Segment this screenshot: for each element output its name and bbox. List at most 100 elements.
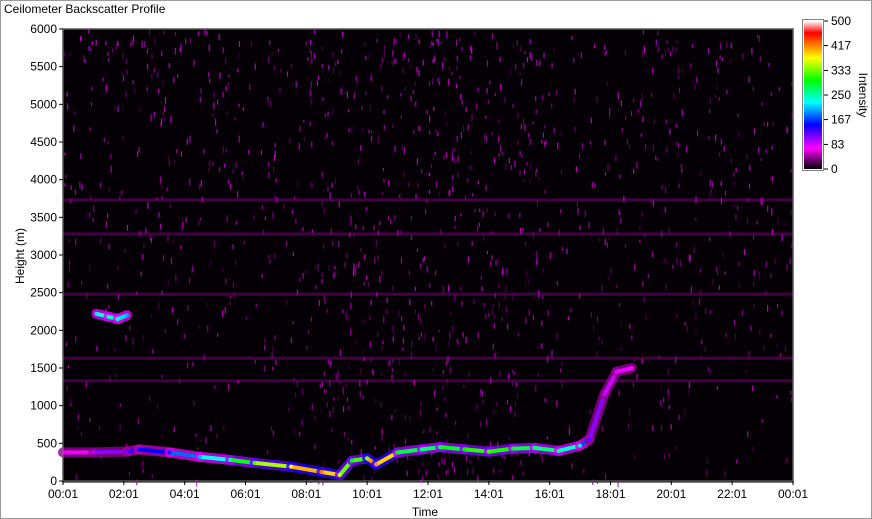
noise-speck	[665, 49, 667, 57]
layer-point	[252, 460, 257, 465]
noise-speck	[365, 56, 367, 60]
noise-speck	[664, 206, 666, 213]
noise-speck	[364, 254, 366, 261]
noise-speck	[667, 369, 669, 376]
noise-band	[63, 356, 793, 360]
y-tick-label: 1000	[30, 399, 57, 413]
chart-svg: 0500100015002000250030003500400045005000…	[30, 14, 851, 501]
noise-speck	[505, 267, 508, 275]
noise-speck	[758, 35, 760, 42]
noise-speck	[676, 257, 678, 264]
noise-speck	[677, 143, 680, 149]
noise-speck	[448, 468, 450, 475]
noise-speck	[219, 167, 221, 172]
noise-speck	[105, 221, 107, 228]
noise-speck	[677, 152, 679, 157]
noise-speck	[139, 107, 141, 113]
noise-speck	[791, 244, 793, 248]
noise-speck	[409, 299, 411, 305]
noise-speck	[767, 305, 769, 312]
noise-speck	[618, 209, 620, 215]
noise-speck	[655, 39, 657, 46]
noise-speck	[126, 224, 129, 231]
noise-speck	[268, 255, 270, 259]
noise-speck	[465, 336, 467, 344]
noise-speck	[327, 186, 329, 192]
noise-speck	[199, 217, 202, 221]
noise-speck	[438, 81, 440, 85]
noise-speck	[393, 330, 395, 336]
noise-speck	[142, 253, 144, 260]
noise-speck	[733, 181, 735, 186]
noise-speck	[157, 72, 159, 78]
noise-speck	[696, 76, 698, 83]
noise-speck	[493, 322, 496, 329]
noise-speck	[467, 124, 469, 131]
noise-speck	[151, 74, 153, 80]
noise-speck	[519, 71, 521, 76]
noise-speck	[249, 83, 251, 91]
noise-speck	[158, 212, 160, 218]
noise-speck	[680, 260, 682, 267]
noise-speck	[125, 58, 128, 64]
noise-speck	[738, 262, 740, 267]
noise-speck	[413, 103, 415, 108]
noise-speck	[414, 309, 416, 315]
noise-speck	[67, 282, 69, 288]
noise-speck	[362, 350, 364, 354]
noise-speck	[192, 362, 194, 367]
noise-speck	[275, 359, 277, 366]
noise-speck	[730, 43, 732, 49]
noise-speck	[435, 129, 437, 134]
noise-speck	[410, 235, 413, 240]
noise-speck	[180, 151, 183, 157]
noise-speck	[474, 208, 476, 213]
noise-speck	[332, 52, 334, 58]
noise-speck	[593, 325, 595, 333]
noise-speck	[345, 384, 347, 388]
noise-speck	[289, 138, 291, 144]
noise-speck	[451, 71, 453, 76]
noise-speck	[338, 201, 340, 208]
y-tick-label: 1500	[30, 361, 57, 375]
noise-speck	[468, 371, 470, 377]
noise-speck	[583, 469, 585, 474]
noise-speck	[686, 145, 688, 153]
layer-point	[614, 369, 619, 374]
noise-speck	[408, 58, 410, 63]
noise-speck	[770, 92, 772, 96]
noise-speck	[647, 274, 649, 278]
noise-speck	[767, 205, 769, 212]
noise-speck	[352, 269, 354, 277]
noise-speck	[153, 111, 155, 118]
noise-speck	[684, 322, 686, 326]
noise-speck	[366, 207, 368, 211]
noise-speck	[407, 34, 410, 39]
noise-speck	[136, 479, 138, 486]
noise-speck	[730, 58, 732, 65]
noise-speck	[508, 374, 510, 380]
noise-speck	[199, 325, 201, 330]
noise-speck	[254, 359, 256, 364]
noise-speck	[150, 114, 152, 122]
noise-speck	[681, 168, 683, 173]
noise-speck	[689, 254, 691, 262]
noise-speck	[452, 185, 454, 193]
noise-speck	[488, 313, 490, 317]
noise-speck	[537, 373, 539, 377]
noise-speck	[274, 335, 276, 341]
noise-speck	[678, 87, 680, 94]
noise-speck	[163, 115, 165, 122]
noise-speck	[432, 367, 434, 373]
noise-speck	[526, 161, 528, 166]
noise-speck	[298, 143, 300, 150]
noise-speck	[305, 270, 307, 274]
noise-speck	[763, 345, 765, 351]
noise-speck	[537, 345, 539, 349]
noise-speck	[560, 368, 562, 373]
noise-speck	[241, 171, 243, 176]
noise-speck	[456, 135, 458, 143]
noise-speck	[274, 64, 276, 70]
noise-speck	[735, 459, 738, 464]
noise-speck	[510, 68, 512, 76]
